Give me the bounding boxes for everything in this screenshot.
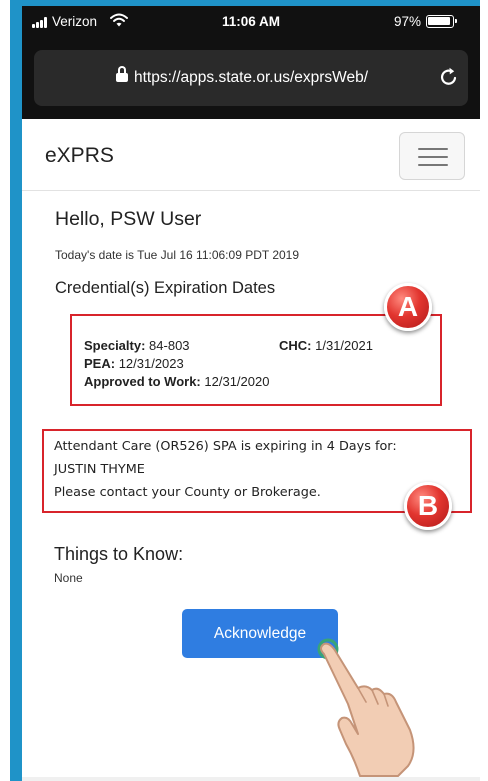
- app-navbar: eXPRS: [22, 119, 480, 191]
- things-to-know-heading: Things to Know:: [54, 544, 184, 564]
- chc-value: 1/31/2021: [315, 338, 373, 353]
- phone-screen: Verizon 11:06 AM 97% https://apps.state.…: [22, 6, 480, 781]
- greeting-heading: Hello, PSW User: [55, 208, 202, 230]
- today-date: Today's date is Tue Jul 16 11:06:09 PDT …: [55, 248, 300, 262]
- address-bar[interactable]: https://apps.state.or.us/exprsWeb/: [34, 50, 468, 106]
- annotation-marker-b: B: [404, 482, 452, 530]
- hamburger-menu-icon[interactable]: [399, 132, 465, 180]
- message-line-2: JUSTIN THYME: [54, 462, 145, 477]
- specialty-value: 84-803: [149, 338, 190, 353]
- pea-label: PEA:: [84, 356, 116, 371]
- status-bar: Verizon 11:06 AM 97%: [22, 6, 480, 36]
- credentials-heading: Credential(s) Expiration Dates: [55, 279, 276, 297]
- approved-value: 12/31/2020: [204, 374, 270, 389]
- browser-chrome: Verizon 11:06 AM 97% https://apps.state.…: [22, 6, 480, 119]
- brand-title[interactable]: eXPRS: [45, 144, 114, 168]
- annotation-marker-a: A: [384, 283, 432, 331]
- battery-icon: [426, 15, 457, 28]
- specialty-line: Specialty: 84-803: [84, 338, 190, 353]
- specialty-label: Specialty:: [84, 338, 146, 353]
- chc-line: CHC: 1/31/2021: [279, 338, 373, 353]
- lock-icon: [116, 66, 128, 83]
- things-to-know-value: None: [54, 571, 83, 585]
- pea-line: PEA: 12/31/2023: [84, 356, 184, 371]
- pea-value: 12/31/2023: [118, 356, 184, 371]
- carrier-name: Verizon: [52, 14, 98, 29]
- reload-icon[interactable]: [438, 66, 460, 88]
- pointing-hand-icon: [317, 638, 415, 777]
- chc-label: CHC:: [279, 338, 312, 353]
- clock-time: 11:06 AM: [222, 14, 281, 29]
- wifi-icon: [110, 13, 128, 27]
- approved-line: Approved to Work: 12/31/2020: [84, 374, 269, 389]
- approved-label: Approved to Work:: [84, 374, 201, 389]
- credentials-highlight-box: Specialty: 84-803 CHC: 1/31/2021 PEA: 12…: [70, 314, 442, 406]
- message-line-3: Please contact your County or Brokerage.: [54, 485, 321, 500]
- signal-icon: [32, 17, 48, 28]
- bottom-strip: [22, 777, 480, 781]
- url-text[interactable]: https://apps.state.or.us/exprsWeb/: [134, 69, 368, 87]
- battery-percent: 97%: [394, 14, 422, 29]
- message-line-1: Attendant Care (OR526) SPA is expiring i…: [54, 439, 397, 454]
